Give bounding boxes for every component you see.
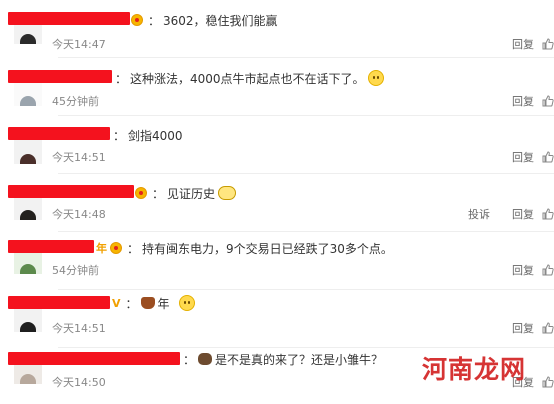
reply-button[interactable]: 回复	[512, 149, 534, 165]
site-watermark: 河南龙网	[422, 355, 527, 384]
comment-item: ： 这种涨法，4000点牛市起点也不在话下了。 45分钟前 回复	[0, 58, 554, 116]
comment-time: 45分钟前	[52, 95, 99, 108]
comment-time: 今天14:50	[52, 376, 106, 389]
reply-button[interactable]: 回复	[512, 93, 534, 109]
redacted-username[interactable]	[8, 127, 110, 140]
reply-button[interactable]: 回复	[512, 262, 534, 278]
vip-badge: 年	[96, 242, 107, 255]
comment-text: 持有闽东电力，9个交易日已经跌了30多个点。	[142, 241, 393, 256]
comment-text: 见证历史	[167, 186, 216, 201]
report-button[interactable]: 投诉	[468, 206, 490, 222]
ox-emoji-icon	[140, 297, 155, 309]
comment-time: 今天14:48	[52, 208, 106, 221]
comment-time: 54分钟前	[52, 264, 99, 277]
like-icon[interactable]	[542, 264, 554, 276]
smile-emoji-icon	[178, 295, 195, 311]
like-icon[interactable]	[542, 322, 554, 334]
comment-text: 这种涨法，4000点牛市起点也不在话下了。	[130, 71, 365, 86]
redacted-username[interactable]	[8, 240, 94, 253]
bear-emoji-icon	[198, 353, 213, 365]
comment-time: 今天14:51	[52, 151, 106, 164]
comment-item: ： 剑指4000 今天14:51 回复	[0, 116, 554, 174]
redacted-username[interactable]	[8, 185, 134, 198]
like-icon[interactable]	[542, 95, 554, 107]
crown-badge-icon	[110, 242, 122, 254]
comment-item: ： 见证历史 今天14:48 投诉 回复	[0, 174, 554, 232]
like-icon[interactable]	[542, 208, 554, 220]
redacted-username[interactable]	[8, 12, 130, 25]
comment-time: 今天14:51	[52, 322, 106, 335]
redacted-username[interactable]	[8, 70, 112, 83]
redacted-username[interactable]	[8, 352, 180, 365]
comment-text: 是不是真的来了？还是小雏牛？	[215, 352, 384, 367]
reply-button[interactable]: 回复	[512, 206, 534, 222]
crown-badge-icon	[131, 14, 143, 26]
vip-badge: V	[112, 296, 121, 310]
smirk-emoji-icon	[367, 70, 384, 86]
comment-time: 今天14:47	[52, 38, 106, 51]
comment-item: ： 3602，稳住我们能赢 今天14:47 回复	[0, 0, 554, 58]
comment-text: 年	[157, 296, 170, 311]
avatar[interactable]	[14, 80, 42, 106]
avatar[interactable]	[14, 306, 42, 332]
like-icon[interactable]	[542, 38, 554, 50]
like-icon[interactable]	[542, 151, 554, 163]
avatar[interactable]	[14, 138, 42, 164]
comment-item: 年 ： 持有闽东电力，9个交易日已经跌了30多个点。 54分钟前 回复	[0, 232, 554, 290]
comment-text: 3602，稳住我们能赢	[163, 13, 278, 28]
crown-badge-icon	[135, 187, 147, 199]
like-icon[interactable]	[542, 376, 554, 388]
reply-button[interactable]: 回复	[512, 36, 534, 52]
reply-button[interactable]: 回复	[512, 320, 534, 336]
comment-item: V ： 年 今天14:51 回复	[0, 290, 554, 348]
comment-text: 剑指4000	[128, 128, 183, 143]
redacted-username[interactable]	[8, 296, 110, 309]
glasses-emoji-icon	[218, 186, 237, 200]
